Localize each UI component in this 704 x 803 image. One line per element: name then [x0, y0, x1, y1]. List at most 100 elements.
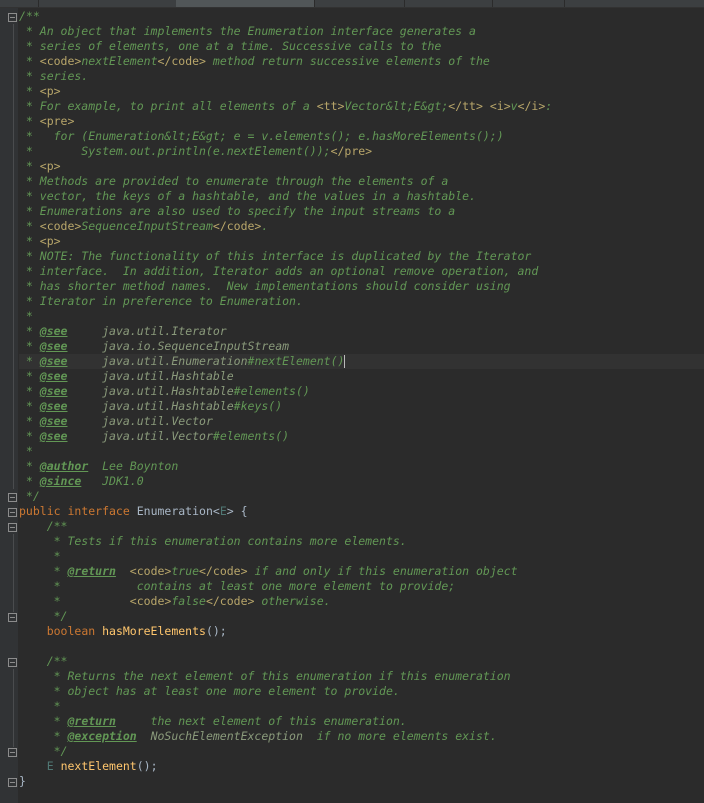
code-line: * — [19, 309, 704, 324]
doc-comment-text: * object has at least one more element t… — [19, 684, 400, 698]
see-tag[interactable]: @see — [40, 399, 68, 413]
doc-comment-text: . — [261, 219, 269, 233]
see-member[interactable]: #keys() — [234, 399, 282, 413]
html-tag: <code> — [39, 219, 82, 233]
code-line: * <p> — [19, 234, 704, 249]
doc-comment-text: * — [19, 564, 68, 578]
doc-comment-text: SequenceInputStream — [81, 219, 213, 233]
see-reference[interactable]: java.util.Enumeration — [102, 354, 247, 368]
doc-comment-text: * — [19, 699, 61, 713]
fold-collapse-icon[interactable] — [8, 658, 17, 667]
fold-collapse-icon[interactable] — [8, 508, 17, 517]
doc-comment-text: if no more elements exist. — [302, 729, 497, 743]
see-reference[interactable]: java.util.Vector — [102, 414, 213, 428]
doc-comment-text: * — [19, 384, 40, 398]
doc-comment-text: * for (Enumeration&lt;E&gt; e = v.elemen… — [19, 129, 504, 143]
editor-tab[interactable] — [0, 0, 39, 7]
doc-comment-text: * — [19, 399, 40, 413]
doc-comment-text: * — [19, 459, 40, 473]
see-member[interactable]: #nextElement() — [248, 354, 345, 368]
type-parameter[interactable]: E — [47, 759, 61, 773]
doc-comment-text: * — [19, 219, 40, 233]
see-tag[interactable]: @see — [40, 339, 68, 353]
doc-comment-text: * Methods are provided to enumerate thro… — [19, 174, 449, 188]
fold-end-icon[interactable] — [8, 613, 17, 622]
exception-reference[interactable]: NoSuchElementException — [137, 729, 303, 743]
see-tag[interactable]: @see — [40, 369, 68, 383]
editor-tab[interactable] — [564, 0, 704, 7]
see-reference[interactable]: java.util.Iterator — [102, 324, 227, 338]
html-tag: <p> — [39, 234, 61, 248]
exception-tag[interactable]: @exception — [67, 729, 136, 743]
interface-name[interactable]: Enumeration — [137, 504, 213, 518]
html-tag: </code> — [157, 54, 206, 68]
since-tag[interactable]: @since — [40, 474, 82, 488]
doc-comment-text: : — [545, 99, 553, 113]
see-reference[interactable]: java.util.Hashtable — [102, 399, 234, 413]
html-tag: <code> — [129, 564, 172, 578]
see-member[interactable]: #elements() — [213, 429, 289, 443]
return-tag[interactable]: @return — [67, 564, 115, 578]
doc-comment-text: * — [19, 324, 40, 338]
punctuation: (); — [205, 624, 227, 638]
fold-end-icon[interactable] — [8, 493, 17, 502]
doc-comment-text: * System.out.println(e.nextElement()); — [19, 144, 331, 158]
code-line: * <p> — [19, 84, 704, 99]
doc-comment-text: * — [19, 84, 40, 98]
html-tag: </i> — [517, 99, 546, 113]
author-tag[interactable]: @author — [40, 459, 88, 473]
see-reference[interactable]: java.util.Vector — [102, 429, 213, 443]
see-reference[interactable]: java.util.Hashtable — [102, 369, 234, 383]
code-line: * @return <code>true</code> if and only … — [19, 564, 704, 579]
editor-tab-bar — [0, 0, 704, 8]
see-tag[interactable]: @see — [40, 324, 68, 338]
see-tag[interactable]: @see — [40, 384, 68, 398]
code-line: * <code>nextElement</code> method return… — [19, 54, 704, 69]
code-line: * @return the next element of this enume… — [19, 714, 704, 729]
editor-tab-active[interactable] — [176, 0, 315, 7]
doc-comment-text: * — [19, 594, 130, 608]
doc-comment-text: * — [19, 354, 40, 368]
see-tag[interactable]: @see — [40, 429, 68, 443]
editor-tab[interactable] — [314, 0, 405, 7]
editor-tab[interactable] — [38, 0, 177, 7]
type-parameter[interactable]: E — [220, 504, 227, 518]
code-line: * Methods are provided to enumerate thro… — [19, 174, 704, 189]
method-name[interactable]: nextElement — [61, 759, 137, 773]
fold-collapse-icon[interactable] — [8, 13, 17, 22]
doc-comment-text: * Enumerations are also used to specify … — [19, 204, 456, 218]
doc-comment-text — [67, 399, 102, 413]
fold-end-icon[interactable] — [8, 778, 17, 787]
doc-comment-text: * has shorter method names. New implemen… — [19, 279, 511, 293]
html-tag: </code> — [212, 219, 262, 233]
doc-comment-text: false — [171, 594, 206, 608]
code-editor[interactable]: /** * An object that implements the Enum… — [19, 9, 704, 789]
html-tag: <code> — [39, 54, 82, 68]
see-tag[interactable]: @see — [40, 354, 68, 368]
code-line: * System.out.println(e.nextElement());</… — [19, 144, 704, 159]
editor-tab[interactable] — [404, 0, 493, 7]
see-member[interactable]: #elements() — [234, 384, 310, 398]
code-line: * <p> — [19, 159, 704, 174]
return-tag[interactable]: @return — [67, 714, 115, 728]
code-line: */ — [19, 744, 704, 759]
doc-comment-text — [67, 354, 102, 368]
see-reference[interactable]: java.io.SequenceInputStream — [102, 339, 289, 353]
editor-tab[interactable] — [492, 0, 565, 7]
code-line: * Enumerations are also used to specify … — [19, 204, 704, 219]
doc-comment-text — [67, 384, 102, 398]
doc-comment-text: true — [171, 564, 200, 578]
code-line: * — [19, 549, 704, 564]
see-reference[interactable]: java.util.Hashtable — [102, 384, 234, 398]
doc-comment-text: * vector, the keys of a hashtable, and t… — [19, 189, 476, 203]
code-line: * An object that implements the Enumerat… — [19, 24, 704, 39]
html-tag: </code> — [199, 564, 248, 578]
code-line: * @see java.util.Iterator — [19, 324, 704, 339]
fold-guide — [13, 534, 14, 612]
method-name[interactable]: hasMoreElements — [102, 624, 206, 638]
doc-comment-text: * — [19, 159, 40, 173]
fold-collapse-icon[interactable] — [8, 523, 17, 532]
keyword: boolean — [46, 624, 103, 638]
see-tag[interactable]: @see — [40, 414, 68, 428]
fold-end-icon[interactable] — [8, 748, 17, 757]
